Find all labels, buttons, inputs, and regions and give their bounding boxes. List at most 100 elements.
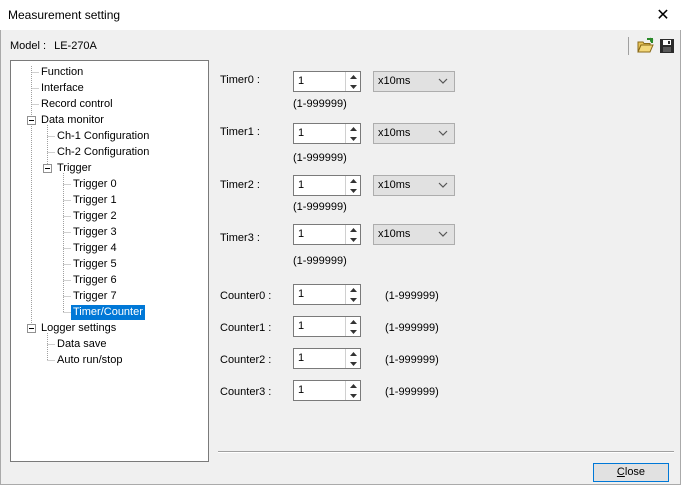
triangle-down-icon (349, 329, 357, 334)
timer0-spinner[interactable]: 1 (293, 71, 361, 92)
timer0-range: (1-999999) (293, 98, 347, 110)
spin-up-button[interactable] (346, 317, 360, 326)
timer0-unit-select[interactable]: x10ms (373, 71, 455, 92)
collapse-trigger-icon[interactable] (43, 164, 52, 173)
toolbar-separator (628, 37, 629, 55)
tree-item-trigger-3[interactable]: Trigger 3 (71, 225, 119, 240)
tree-item-trigger-5[interactable]: Trigger 5 (71, 257, 119, 272)
spin-down-button[interactable] (346, 327, 360, 336)
counter3-range: (1-999999) (385, 386, 439, 398)
triangle-down-icon (349, 188, 357, 193)
model-value: LE-270A (54, 40, 97, 52)
triangle-down-icon (349, 361, 357, 366)
triangle-up-icon (349, 126, 357, 131)
tree-item-trigger-4[interactable]: Trigger 4 (71, 241, 119, 256)
tree-item-data-monitor[interactable]: Data monitor (39, 113, 106, 128)
timer0-unit: x10ms (378, 75, 411, 87)
spin-down-button[interactable] (346, 359, 360, 368)
timer-label: Timer1 : (220, 126, 260, 138)
settings-tree[interactable]: Function Interface Record control Data m… (10, 60, 209, 462)
panel-divider-highlight (218, 452, 674, 453)
counter-label: Counter0 : (220, 290, 272, 302)
timer3-unit-select[interactable]: x10ms (373, 224, 455, 245)
window-close-button[interactable]: ✕ (645, 0, 681, 30)
timer2-unit-select[interactable]: x10ms (373, 175, 455, 196)
timer-label: Timer0 : (220, 74, 260, 86)
spin-up-button[interactable] (346, 285, 360, 294)
counter3-spinner[interactable]: 1 (293, 380, 361, 401)
tree-item-timer-counter[interactable]: Timer/Counter (71, 305, 145, 320)
counter0-spinner[interactable]: 1 (293, 284, 361, 305)
spin-up-button[interactable] (346, 124, 360, 133)
timer1-value: 1 (298, 127, 305, 139)
counter-label: Counter2 : (220, 354, 272, 366)
tree-item-trigger-2[interactable]: Trigger 2 (71, 209, 119, 224)
tree-item-interface[interactable]: Interface (39, 81, 86, 96)
tree-item-ch1-configuration[interactable]: Ch-1 Configuration (55, 129, 151, 144)
collapse-logger-settings-icon[interactable] (27, 324, 36, 333)
spin-down-button[interactable] (346, 235, 360, 244)
spin-up-button[interactable] (346, 72, 360, 81)
tree-item-trigger-1[interactable]: Trigger 1 (71, 193, 119, 208)
spin-down-button[interactable] (346, 134, 360, 143)
spin-up-button[interactable] (346, 225, 360, 234)
counter0-range: (1-999999) (385, 290, 439, 302)
tree-item-logger-settings[interactable]: Logger settings (39, 321, 118, 336)
model-info: Model : LE-270A (10, 40, 97, 52)
tree-item-trigger-6[interactable]: Trigger 6 (71, 273, 119, 288)
counter2-spinner[interactable]: 1 (293, 348, 361, 369)
spin-down-button[interactable] (346, 82, 360, 91)
chevron-down-icon (438, 231, 448, 237)
tree-item-trigger-0[interactable]: Trigger 0 (71, 177, 119, 192)
close-button[interactable]: Close (593, 463, 669, 482)
triangle-up-icon (349, 74, 357, 79)
timer3-unit: x10ms (378, 228, 411, 240)
save-button[interactable] (657, 36, 677, 56)
timer0-value: 1 (298, 75, 305, 87)
counter2-range: (1-999999) (385, 354, 439, 366)
collapse-data-monitor-icon[interactable] (27, 116, 36, 125)
chevron-down-icon (438, 182, 448, 188)
counter3-value: 1 (298, 384, 305, 396)
timer1-range: (1-999999) (293, 152, 347, 164)
timer2-spinner[interactable]: 1 (293, 175, 361, 196)
timer1-spinner[interactable]: 1 (293, 123, 361, 144)
timer1-unit: x10ms (378, 127, 411, 139)
triangle-up-icon (349, 287, 357, 292)
timer2-range: (1-999999) (293, 201, 347, 213)
spin-up-button[interactable] (346, 381, 360, 390)
counter-label: Counter3 : (220, 386, 272, 398)
counter1-value: 1 (298, 320, 305, 332)
triangle-down-icon (349, 237, 357, 242)
tree-item-function[interactable]: Function (39, 65, 85, 80)
spin-up-button[interactable] (346, 176, 360, 185)
folder-open-icon (637, 37, 654, 53)
counter1-spinner[interactable]: 1 (293, 316, 361, 337)
counter-label: Counter1 : (220, 322, 272, 334)
timer1-unit-select[interactable]: x10ms (373, 123, 455, 144)
timer-label: Timer2 : (220, 179, 260, 191)
tree-item-trigger-7[interactable]: Trigger 7 (71, 289, 119, 304)
timer-label: Timer3 : (220, 232, 260, 244)
title-bar: Measurement setting ✕ (0, 0, 681, 30)
spin-down-button[interactable] (346, 391, 360, 400)
close-button-mnemonic: C (616, 466, 625, 478)
open-button[interactable] (636, 36, 656, 56)
timer3-spinner[interactable]: 1 (293, 224, 361, 245)
tree-item-data-save[interactable]: Data save (55, 337, 109, 352)
close-button-label: lose (624, 466, 646, 478)
tree-item-ch2-configuration[interactable]: Ch-2 Configuration (55, 145, 151, 160)
tree-item-trigger[interactable]: Trigger (55, 161, 93, 176)
spin-down-button[interactable] (346, 186, 360, 195)
spin-up-button[interactable] (346, 349, 360, 358)
triangle-down-icon (349, 393, 357, 398)
chevron-down-icon (438, 78, 448, 84)
model-label: Model : (10, 40, 47, 52)
tree-item-auto-run-stop[interactable]: Auto run/stop (55, 353, 124, 368)
timer3-value: 1 (298, 228, 305, 240)
triangle-down-icon (349, 84, 357, 89)
triangle-up-icon (349, 178, 357, 183)
spin-down-button[interactable] (346, 295, 360, 304)
counter2-value: 1 (298, 352, 305, 364)
tree-item-record-control[interactable]: Record control (39, 97, 115, 112)
